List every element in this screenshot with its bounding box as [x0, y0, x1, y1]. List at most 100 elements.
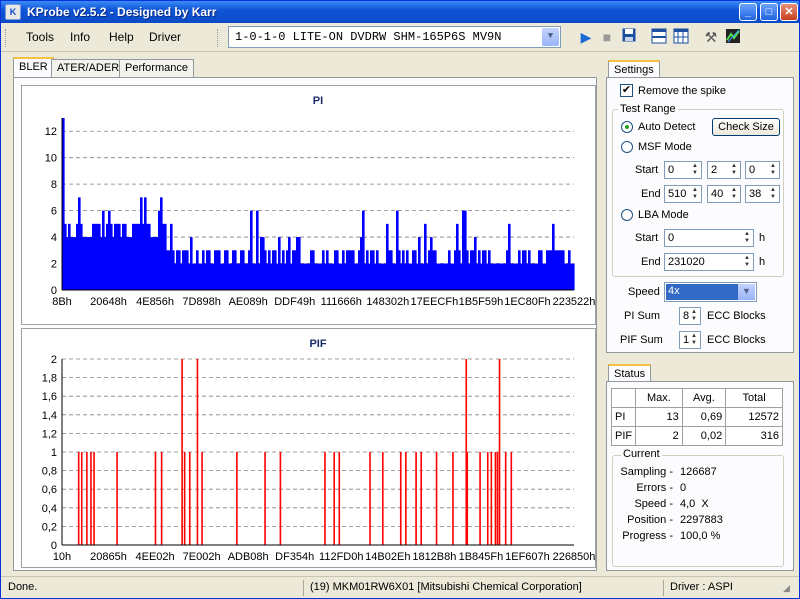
sampling-value: 126687 — [680, 466, 717, 478]
auto-detect-radio[interactable] — [621, 121, 633, 133]
chevron-down-icon[interactable]: ▼ — [738, 284, 755, 300]
chart-title: PI — [313, 95, 323, 107]
y-tick-label: 12 — [45, 126, 57, 138]
title-bar[interactable]: K KProbe v2.5.2 - Designed by Karr _ □ ✕ — [1, 1, 799, 23]
status-divider — [663, 580, 664, 596]
lba-end-unit: h — [759, 256, 766, 268]
position-value: 2297883 — [680, 514, 723, 526]
msf-start-sec-input[interactable]: 2 ▲ ▼ — [707, 161, 741, 179]
lba-start-input[interactable]: 0 ▲ ▼ — [664, 229, 754, 247]
status-message: Done. — [8, 581, 38, 593]
pif-sum-input[interactable]: 1 ▲ ▼ — [679, 331, 701, 349]
status-bar: Done. (19) MKM01RW6X01 [Mitsubishi Chemi… — [1, 576, 799, 598]
pif-bar — [490, 452, 493, 545]
table-cell: 316 — [725, 426, 783, 446]
spin-arrows-icon[interactable]: ▲ ▼ — [690, 187, 700, 201]
x-tick-label: 223522h — [553, 296, 595, 308]
pif-bar — [496, 452, 499, 545]
y-tick-label: 0,4 — [42, 503, 57, 515]
check-size-button[interactable]: Check Size — [712, 118, 780, 136]
spin-arrows-icon[interactable]: ▲ ▼ — [690, 163, 700, 177]
speed-select[interactable]: 4x ▼ — [664, 282, 757, 302]
menu-info[interactable]: Info — [70, 30, 90, 44]
tab-bler[interactable]: BLER — [13, 57, 54, 78]
spin-arrows-icon[interactable]: ▲ ▼ — [729, 187, 739, 201]
spin-arrows-icon[interactable]: ▲ ▼ — [768, 163, 778, 177]
msf-end-sec-input[interactable]: 40 ▲ ▼ — [707, 185, 741, 203]
x-tick-label: 4E856h — [136, 296, 174, 308]
minimize-button[interactable]: _ — [739, 3, 757, 21]
chevron-down-icon[interactable]: ▼ — [542, 28, 559, 46]
pi-sum-input[interactable]: 8 ▲ ▼ — [679, 307, 701, 325]
drive-select[interactable]: 1-0-1-0 LITE-ON DVDRW SHM-165P6S MV9N ▼ — [228, 26, 561, 48]
menu-tools[interactable]: Tools — [26, 30, 54, 44]
pif-bar — [183, 452, 186, 545]
save-icon[interactable] — [620, 28, 638, 46]
msf-start-min-value: 0 — [668, 164, 675, 176]
msf-end-min-input[interactable]: 510 ▲ ▼ — [664, 185, 702, 203]
play-icon[interactable]: ▶ — [577, 28, 595, 46]
graph-icon[interactable] — [724, 28, 742, 46]
x-tick-label: 14B02Eh — [365, 551, 410, 563]
table-header-cell: Avg. — [681, 388, 727, 408]
pif-bar — [498, 359, 501, 545]
spin-arrows-icon[interactable]: ▲ ▼ — [689, 309, 699, 323]
lba-mode-label: LBA Mode — [638, 209, 689, 221]
pif-bar — [382, 452, 384, 545]
menu-driver[interactable]: Driver — [149, 30, 181, 44]
tab-performance[interactable]: Performance — [119, 59, 194, 77]
layout-icon[interactable] — [650, 28, 668, 46]
msf-start-min-input[interactable]: 0 ▲ ▼ — [664, 161, 702, 179]
grid-icon[interactable] — [672, 28, 690, 46]
msf-end-frame-input[interactable]: 38 ▲ ▼ — [745, 185, 780, 203]
spin-arrows-icon[interactable]: ▲ ▼ — [729, 163, 739, 177]
msf-mode-radio[interactable] — [621, 141, 633, 153]
y-tick-label: 0,6 — [42, 484, 57, 496]
x-tick-label: ADB08h — [228, 551, 269, 563]
menu-help[interactable]: Help — [109, 30, 134, 44]
kprobe-window: K KProbe v2.5.2 - Designed by Karr _ □ ✕… — [0, 0, 800, 599]
lba-mode-radio[interactable] — [621, 209, 633, 221]
tab-ater-ader[interactable]: ATER/ADER — [51, 59, 126, 77]
msf-start-frame-input[interactable]: 0 ▲ ▼ — [745, 161, 780, 179]
pif-bar — [369, 452, 371, 545]
progress-value: 100,0 % — [680, 530, 721, 542]
x-tick-label: 1B845Fh — [459, 551, 504, 563]
maximize-button[interactable]: □ — [760, 3, 778, 21]
tab-settings[interactable]: Settings — [608, 60, 660, 78]
x-tick-label: 112FD0h — [319, 551, 363, 563]
pif-chart-svg: PIF00,20,40,60,811,21,41,61,8210h 20865h 4… — [42, 338, 595, 563]
table-cell: 12572 — [725, 407, 783, 427]
lba-start-value: 0 — [668, 232, 675, 244]
window-title: KProbe v2.5.2 - Designed by Karr — [27, 5, 217, 19]
table-cell: PIF — [610, 426, 637, 446]
spin-arrows-icon[interactable]: ▲ ▼ — [689, 333, 699, 347]
errors-label: Errors - — [636, 482, 673, 494]
pif-bar — [504, 452, 507, 545]
x-tick-label: 7D898h — [182, 296, 221, 308]
pif-bar — [181, 359, 183, 545]
x-tick-label: 20648h — [90, 296, 127, 308]
x-tick-label: DDF49h — [274, 296, 315, 308]
pif-bar — [479, 452, 481, 545]
lba-end-input[interactable]: 231020 ▲ ▼ — [664, 253, 754, 271]
stop-icon[interactable]: ■ — [598, 28, 616, 46]
y-tick-label: 10 — [45, 153, 57, 165]
pi-chart-svg: PI0246810128Bh 20648h 4E856h 7D898h AE089h DD… — [45, 95, 595, 308]
spin-arrows-icon[interactable]: ▲ ▼ — [768, 187, 778, 201]
resize-grip-icon[interactable]: ◢ — [783, 583, 790, 594]
sampling-label: Sampling - — [620, 466, 673, 478]
pif-bar — [154, 452, 157, 545]
tab-status[interactable]: Status — [608, 364, 652, 382]
spin-arrows-icon[interactable]: ▲ ▼ — [742, 231, 752, 245]
tools-icon[interactable]: ⚒ — [702, 28, 720, 46]
y-tick-label: 1 — [51, 447, 57, 459]
remove-spike-checkbox[interactable]: ✔ — [620, 84, 633, 97]
msf-end-label: End — [641, 188, 661, 200]
pif-bar — [93, 452, 95, 545]
spin-arrows-icon[interactable]: ▲ ▼ — [742, 255, 752, 269]
toolbar-grip — [217, 29, 220, 47]
close-button[interactable]: ✕ — [780, 3, 798, 21]
x-tick-label: 148302h — [366, 296, 409, 308]
x-tick-label: 1EF607h — [505, 551, 550, 563]
